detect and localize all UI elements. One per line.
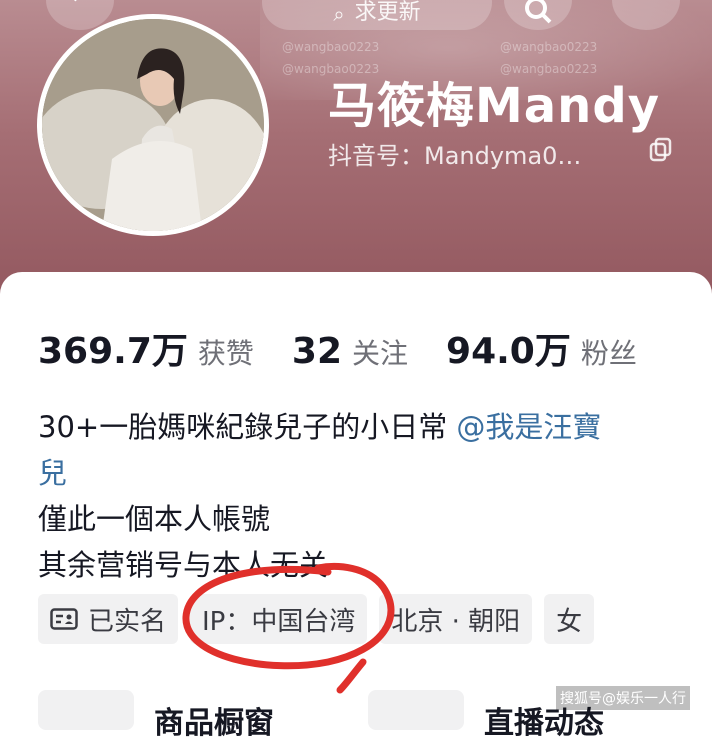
avatar-photo bbox=[42, 19, 264, 231]
following-label[interactable]: 关注 bbox=[352, 332, 408, 372]
stats-row: 369.7万 获赞 32 关注 94.0万 粉丝 bbox=[38, 322, 637, 374]
source-watermark: 搜狐号@娱乐一人行 bbox=[556, 686, 690, 710]
id-card-icon bbox=[50, 608, 78, 630]
bio-line-3: 僅此一個本人帳號 bbox=[38, 502, 271, 536]
likes-label[interactable]: 获赞 bbox=[198, 332, 254, 372]
mention-link[interactable]: @我是汪寶 bbox=[456, 410, 601, 444]
watermark-text: @wangbao0223 bbox=[500, 40, 598, 54]
avatar[interactable] bbox=[37, 14, 269, 236]
search-label: 求更新 bbox=[354, 0, 421, 25]
city-label: 北京 · 朝阳 bbox=[391, 606, 521, 637]
bio-line-1: 30+一胎媽咪紀錄兒子的小日常 @我是汪寶 bbox=[38, 404, 698, 450]
mention-link-continued[interactable]: 兒 bbox=[38, 456, 67, 490]
magnifier-icon bbox=[525, 0, 552, 24]
likes-count: 369.7万 bbox=[38, 331, 188, 372]
douyin-id: 抖音号：Mandyma0… bbox=[328, 142, 582, 170]
profile-name: 马筱梅Mandy bbox=[328, 78, 660, 134]
live-icon-box[interactable] bbox=[368, 690, 464, 730]
verified-tag[interactable]: 已实名 bbox=[38, 594, 179, 644]
search-button[interactable] bbox=[504, 0, 572, 30]
red-annotation-circle bbox=[182, 562, 395, 694]
shop-window-label[interactable]: 商品橱窗 bbox=[154, 698, 274, 742]
shop-icon-box[interactable] bbox=[38, 690, 134, 730]
followers-count: 94.0万 bbox=[446, 331, 571, 372]
copy-icon[interactable] bbox=[648, 136, 674, 162]
following-count: 32 bbox=[291, 331, 342, 372]
gender-tag: 女 bbox=[544, 594, 595, 644]
watermark-text: @wangbao0223 bbox=[282, 40, 380, 54]
search-icon: ⌕ bbox=[333, 2, 345, 26]
gender-label: 女 bbox=[556, 606, 583, 637]
search-box[interactable]: ⌕ 求更新 bbox=[262, 0, 492, 30]
bio-text: 30+一胎媽咪紀錄兒子的小日常 bbox=[38, 410, 457, 444]
verified-label: 已实名 bbox=[88, 606, 167, 637]
bio-line-2: 兒 bbox=[38, 450, 698, 496]
followers-label[interactable]: 粉丝 bbox=[581, 332, 637, 372]
